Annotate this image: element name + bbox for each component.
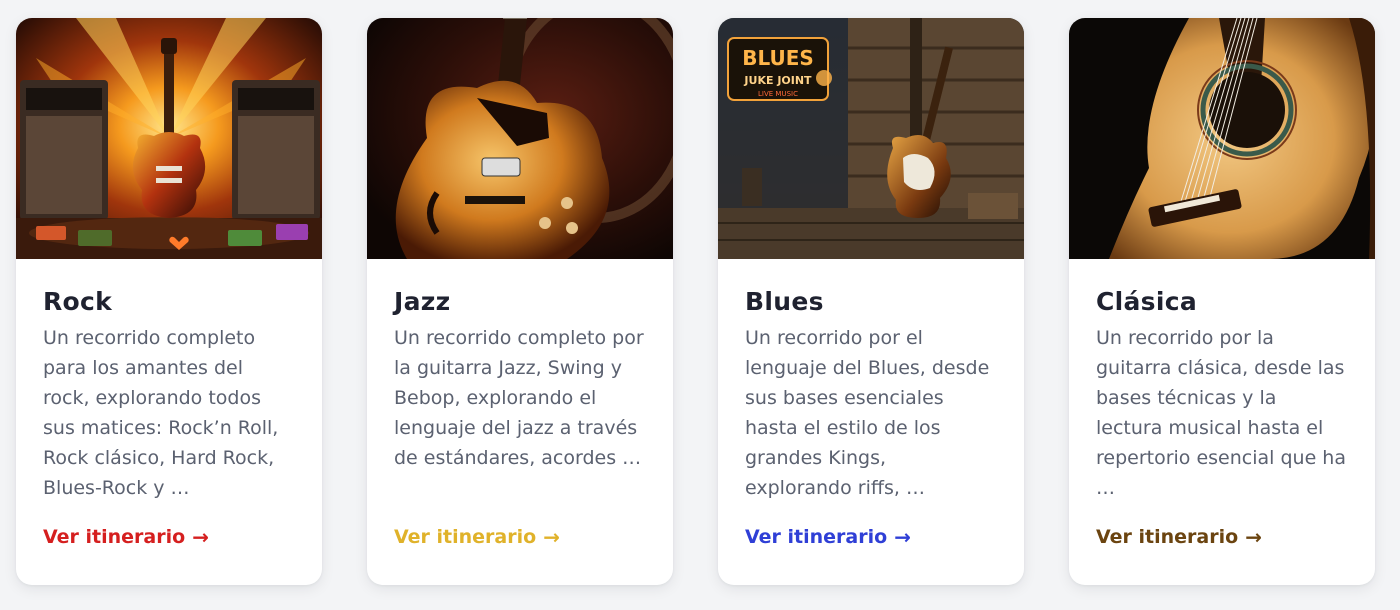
ver-itinerario-link-blues[interactable]: Ver itinerario → xyxy=(745,525,911,549)
link-label: Ver itinerario xyxy=(745,526,888,548)
classical-guitar-image[interactable] xyxy=(1069,18,1375,259)
card-rock[interactable]: Rock Un recorrido completo para los aman… xyxy=(16,18,322,585)
ver-itinerario-link-clasica[interactable]: Ver itinerario → xyxy=(1096,525,1262,549)
card-title: Clásica xyxy=(1096,287,1198,316)
ver-itinerario-link-jazz[interactable]: Ver itinerario → xyxy=(394,525,560,549)
ver-itinerario-link-rock[interactable]: Ver itinerario → xyxy=(43,525,209,549)
card-blues[interactable]: BLUES JUKE JOINT LIVE MUSIC Blues Un rec… xyxy=(718,18,1024,585)
jazz-guitar-image[interactable] xyxy=(367,18,673,259)
card-description: Un recorrido por el lenguaje del Blues, … xyxy=(745,327,990,499)
arrow-right-icon: → xyxy=(192,525,209,549)
arrow-right-icon: → xyxy=(543,525,560,549)
sign-small: LIVE MUSIC xyxy=(758,90,798,98)
arrow-right-icon: → xyxy=(894,525,911,549)
link-label: Ver itinerario xyxy=(1096,526,1239,548)
card-clasica[interactable]: Clásica Un recorrido por la guitarra clá… xyxy=(1069,18,1375,585)
sign-sub: JUKE JOINT xyxy=(743,74,812,87)
blues-guitar-illustration: BLUES JUKE JOINT LIVE MUSIC xyxy=(718,18,1024,259)
card-title: Jazz xyxy=(394,287,451,316)
link-label: Ver itinerario xyxy=(43,526,186,548)
card-jazz[interactable]: Jazz Un recorrido completo por la guitar… xyxy=(367,18,673,585)
card-description: Un recorrido por la guitarra clásica, de… xyxy=(1096,327,1346,499)
classical-guitar-illustration xyxy=(1069,18,1375,259)
link-label: Ver itinerario xyxy=(394,526,537,548)
jazz-guitar-illustration xyxy=(367,18,673,259)
arrow-right-icon: → xyxy=(1245,525,1262,549)
card-title: Rock xyxy=(43,287,113,316)
rock-guitar-illustration xyxy=(16,18,322,259)
rock-guitar-image[interactable] xyxy=(16,18,322,259)
sign-title: BLUES xyxy=(742,46,814,70)
card-description: Un recorrido completo para los amantes d… xyxy=(43,327,279,499)
blues-guitar-image[interactable]: BLUES JUKE JOINT LIVE MUSIC xyxy=(718,18,1024,259)
card-title: Blues xyxy=(745,287,824,316)
course-card-grid: Rock Un recorrido completo para los aman… xyxy=(0,0,1400,610)
card-description: Un recorrido completo por la guitarra Ja… xyxy=(394,327,644,469)
